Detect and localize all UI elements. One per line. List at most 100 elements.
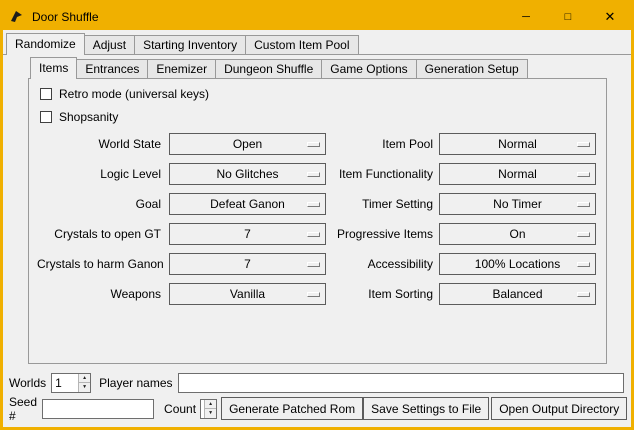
- shopsanity-checkbox[interactable]: [40, 111, 52, 123]
- items-pane: Retro mode (universal keys) Shopsanity W…: [28, 78, 607, 364]
- item-functionality-dropdown[interactable]: Normal: [439, 163, 596, 185]
- dropdown-indicator-icon: [577, 262, 590, 267]
- accessibility-label: Accessibility: [326, 257, 433, 271]
- count-spinbox[interactable]: ▲ ▼: [200, 399, 217, 419]
- timer-setting-dropdown[interactable]: No Timer: [439, 193, 596, 215]
- player-names-label: Player names: [99, 376, 172, 390]
- tab-adjust[interactable]: Adjust: [84, 35, 135, 55]
- dropdown-indicator-icon: [307, 232, 320, 237]
- dropdown-value: Defeat Ganon: [210, 197, 285, 211]
- option-row: Crystals to harm Ganon 7 Accessibility 1…: [37, 253, 606, 275]
- progressive-items-label: Progressive Items: [326, 227, 433, 241]
- tab-custom-item-pool[interactable]: Custom Item Pool: [245, 35, 358, 55]
- logic-level-label: Logic Level: [37, 167, 161, 181]
- tab-dungeon-shuffle[interactable]: Dungeon Shuffle: [215, 59, 322, 79]
- logic-level-dropdown[interactable]: No Glitches: [169, 163, 326, 185]
- world-state-label: World State: [37, 137, 161, 151]
- sub-tab-bar: Items Entrances Enemizer Dungeon Shuffle…: [30, 57, 527, 79]
- titlebar: Door Shuffle ─ □ ✕: [3, 3, 631, 30]
- item-functionality-label: Item Functionality: [326, 167, 433, 181]
- dropdown-value: Normal: [498, 167, 537, 181]
- spin-up-icon[interactable]: ▲: [79, 374, 90, 383]
- goal-label: Goal: [37, 197, 161, 211]
- dropdown-indicator-icon: [577, 202, 590, 207]
- count-spin-buttons: ▲ ▼: [204, 400, 216, 418]
- minimize-icon[interactable]: ─: [505, 3, 547, 30]
- shopsanity-row: Shopsanity: [40, 110, 118, 124]
- spin-up-icon[interactable]: ▲: [205, 400, 216, 409]
- tab-entrances[interactable]: Entrances: [76, 59, 148, 79]
- retro-mode-label: Retro mode (universal keys): [59, 87, 209, 101]
- dropdown-value: 7: [244, 257, 251, 271]
- dropdown-value: 7: [244, 227, 251, 241]
- option-row: Logic Level No Glitches Item Functionali…: [37, 163, 606, 185]
- spin-down-icon[interactable]: ▼: [205, 408, 216, 418]
- worlds-row: Worlds ▲ ▼ Player names: [9, 372, 624, 393]
- dropdown-indicator-icon: [307, 262, 320, 267]
- tab-starting-inventory[interactable]: Starting Inventory: [134, 35, 246, 55]
- option-row: Crystals to open GT 7 Progressive Items …: [37, 223, 606, 245]
- count-label: Count: [164, 402, 196, 416]
- progressive-items-dropdown[interactable]: On: [439, 223, 596, 245]
- option-row: Weapons Vanilla Item Sorting Balanced: [37, 283, 606, 305]
- item-pool-label: Item Pool: [326, 137, 433, 151]
- dropdown-indicator-icon: [307, 172, 320, 177]
- tab-generation-setup[interactable]: Generation Setup: [416, 59, 528, 79]
- retro-mode-checkbox[interactable]: [40, 88, 52, 100]
- spin-down-icon[interactable]: ▼: [79, 382, 90, 392]
- option-rows: World State Open Item Pool Normal Logic …: [37, 133, 606, 313]
- crystals-open-gt-dropdown[interactable]: 7: [169, 223, 326, 245]
- tab-enemizer[interactable]: Enemizer: [147, 59, 216, 79]
- tab-game-options[interactable]: Game Options: [321, 59, 416, 79]
- dropdown-value: No Glitches: [216, 167, 278, 181]
- item-pool-dropdown[interactable]: Normal: [439, 133, 596, 155]
- generate-patched-rom-button[interactable]: Generate Patched Rom: [221, 397, 363, 420]
- timer-setting-label: Timer Setting: [326, 197, 433, 211]
- goal-dropdown[interactable]: Defeat Ganon: [169, 193, 326, 215]
- world-state-dropdown[interactable]: Open: [169, 133, 326, 155]
- app-window: Door Shuffle ─ □ ✕ Randomize Adjust Star…: [0, 0, 634, 430]
- crystals-harm-ganon-label: Crystals to harm Ganon: [37, 257, 161, 271]
- maximize-icon[interactable]: □: [547, 3, 589, 30]
- worlds-input[interactable]: [52, 374, 78, 392]
- item-sorting-label: Item Sorting: [326, 287, 433, 301]
- worlds-spin-buttons: ▲ ▼: [78, 374, 90, 392]
- dropdown-indicator-icon: [577, 142, 590, 147]
- dropdown-indicator-icon: [577, 172, 590, 177]
- dropdown-indicator-icon: [577, 232, 590, 237]
- dropdown-value: No Timer: [493, 197, 542, 211]
- seed-input[interactable]: [42, 399, 154, 419]
- weapons-label: Weapons: [37, 287, 161, 301]
- seed-label: Seed #: [9, 395, 37, 423]
- seed-row: Seed # Count ▲ ▼ Generate Patched Rom Sa…: [9, 397, 624, 420]
- player-names-input[interactable]: [178, 373, 625, 393]
- main-tab-bar: Randomize Adjust Starting Inventory Cust…: [6, 33, 358, 55]
- retro-mode-row: Retro mode (universal keys): [40, 87, 209, 101]
- window-controls: ─ □ ✕: [505, 3, 631, 30]
- crystals-harm-ganon-dropdown[interactable]: 7: [169, 253, 326, 275]
- weapons-dropdown[interactable]: Vanilla: [169, 283, 326, 305]
- save-settings-button[interactable]: Save Settings to File: [363, 397, 489, 420]
- option-row: World State Open Item Pool Normal: [37, 133, 606, 155]
- dropdown-indicator-icon: [307, 292, 320, 297]
- shopsanity-label: Shopsanity: [59, 110, 118, 124]
- dropdown-value: Balanced: [492, 287, 542, 301]
- dropdown-value: Vanilla: [230, 287, 265, 301]
- dropdown-indicator-icon: [577, 292, 590, 297]
- dropdown-value: On: [509, 227, 525, 241]
- item-sorting-dropdown[interactable]: Balanced: [439, 283, 596, 305]
- worlds-label: Worlds: [9, 376, 46, 390]
- dropdown-value: 100% Locations: [475, 257, 560, 271]
- option-row: Goal Defeat Ganon Timer Setting No Timer: [37, 193, 606, 215]
- dropdown-indicator-icon: [307, 202, 320, 207]
- worlds-spinbox[interactable]: ▲ ▼: [51, 373, 91, 393]
- close-icon[interactable]: ✕: [589, 3, 631, 30]
- open-output-directory-button[interactable]: Open Output Directory: [491, 397, 627, 420]
- dropdown-value: Open: [233, 137, 262, 151]
- crystals-open-gt-label: Crystals to open GT: [37, 227, 161, 241]
- window-title: Door Shuffle: [32, 10, 99, 24]
- accessibility-dropdown[interactable]: 100% Locations: [439, 253, 596, 275]
- tab-items[interactable]: Items: [30, 57, 77, 79]
- tab-randomize[interactable]: Randomize: [6, 33, 85, 55]
- dropdown-value: Normal: [498, 137, 537, 151]
